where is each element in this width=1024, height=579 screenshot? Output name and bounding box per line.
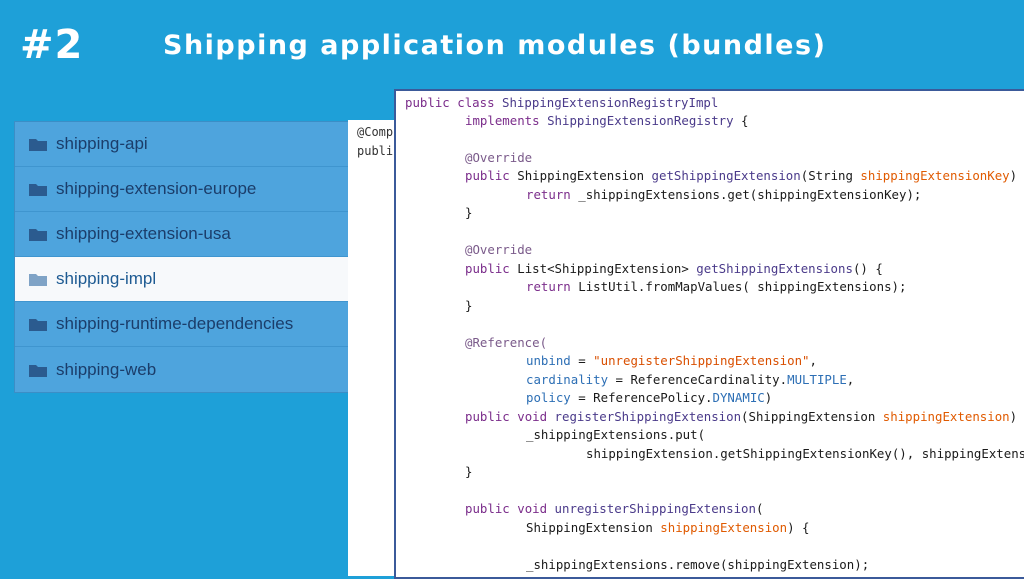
folder-icon [29, 184, 47, 196]
background-code-page: @Comp publi [348, 120, 396, 576]
code-line: @Override [465, 150, 533, 165]
module-label: shipping-extension-europe [56, 179, 257, 198]
slide-number: #2 [20, 22, 84, 68]
module-label: shipping-web [56, 359, 157, 379]
code-line: implements ShippingExtensionRegistry { [465, 113, 749, 128]
folder-icon [29, 139, 47, 151]
module-item-shipping-web[interactable]: shipping-web [15, 347, 349, 392]
code-line: policy = ReferencePolicy.DYNAMIC) [526, 390, 773, 405]
background-code-line: publi [357, 144, 394, 158]
module-item-shipping-impl[interactable]: shipping-impl [15, 257, 349, 302]
code-line: cardinality = ReferenceCardinality.MULTI… [526, 372, 855, 387]
code-panel: public class ShippingExtensionRegistryIm… [394, 89, 1024, 579]
code-line: public List<ShippingExtension> getShippi… [465, 261, 883, 276]
code-line: @Override [465, 242, 533, 257]
code-line: return ListUtil.fromMapValues( shippingE… [526, 279, 907, 294]
module-item-shipping-extension-usa[interactable]: shipping-extension-usa [15, 212, 349, 257]
folder-icon [29, 274, 47, 286]
code-line: _shippingExtensions.put( [526, 427, 706, 442]
code-line: shippingExtension.getShippingExtensionKe… [586, 446, 1024, 461]
module-label: shipping-extension-usa [56, 224, 231, 243]
module-item-shipping-extension-europe[interactable]: shipping-extension-europe [15, 167, 349, 212]
code-line: public ShippingExtension getShippingExte… [465, 168, 1018, 183]
folder-icon [29, 229, 47, 241]
code-line: public void unregisterShippingExtension( [465, 501, 764, 516]
module-label: shipping-runtime-dependencies [56, 314, 294, 333]
code-line: public class ShippingExtensionRegistryIm… [405, 95, 719, 110]
background-code-line: @Comp [357, 125, 394, 139]
module-label: shipping-api [56, 134, 148, 153]
module-item-shipping-api[interactable]: shipping-api [15, 122, 349, 167]
slide-title: Shipping application modules (bundles) [163, 30, 827, 61]
code-line: public void registerShippingExtension(Sh… [465, 409, 1018, 424]
code-line: } [465, 205, 473, 220]
module-list: shipping-api shipping-extension-europe s… [14, 121, 350, 393]
code-line: @Reference( [465, 335, 548, 350]
module-item-shipping-runtime-dependencies[interactable]: shipping-runtime-dependencies [15, 302, 349, 347]
code-line: _shippingExtensions.remove(shippingExten… [526, 557, 870, 572]
folder-icon [29, 319, 47, 331]
module-label: shipping-impl [56, 269, 157, 288]
code-line: } [465, 464, 473, 479]
code-line: } [465, 298, 473, 313]
folder-icon [29, 364, 47, 377]
code-line: unbind = "unregisterShippingExtension", [526, 353, 817, 368]
code-line: ShippingExtension shippingExtension) { [526, 520, 810, 535]
code-line: return _shippingExtensions.get(shippingE… [526, 187, 922, 202]
